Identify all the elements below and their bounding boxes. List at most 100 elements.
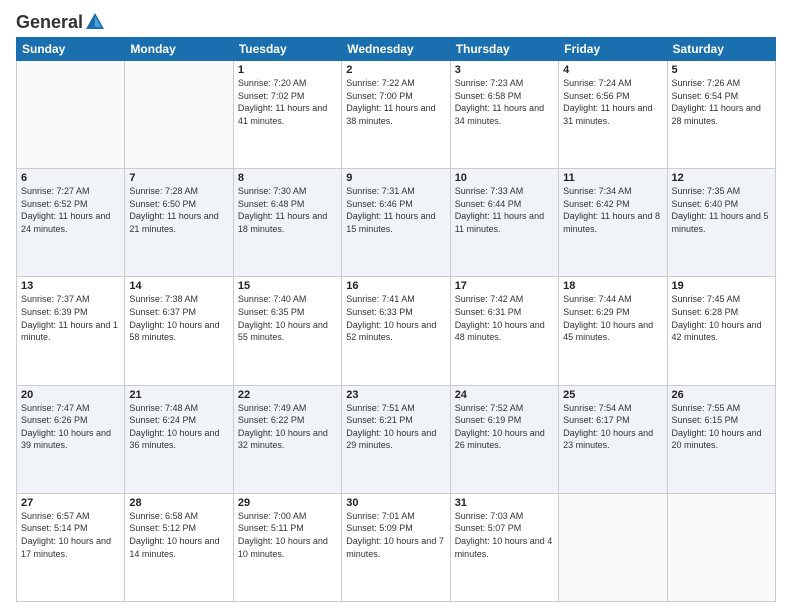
calendar-cell: 4Sunrise: 7:24 AM Sunset: 6:56 PM Daylig… bbox=[559, 61, 667, 169]
day-header-friday: Friday bbox=[559, 38, 667, 61]
calendar-cell bbox=[667, 493, 775, 601]
day-number: 3 bbox=[455, 64, 554, 76]
calendar-cell: 18Sunrise: 7:44 AM Sunset: 6:29 PM Dayli… bbox=[559, 277, 667, 385]
day-number: 31 bbox=[455, 497, 554, 509]
calendar-cell: 11Sunrise: 7:34 AM Sunset: 6:42 PM Dayli… bbox=[559, 169, 667, 277]
calendar-cell: 28Sunrise: 6:58 AM Sunset: 5:12 PM Dayli… bbox=[125, 493, 233, 601]
day-info: Sunrise: 7:37 AM Sunset: 6:39 PM Dayligh… bbox=[21, 293, 120, 343]
day-number: 16 bbox=[346, 280, 445, 292]
calendar-cell: 7Sunrise: 7:28 AM Sunset: 6:50 PM Daylig… bbox=[125, 169, 233, 277]
day-info: Sunrise: 7:51 AM Sunset: 6:21 PM Dayligh… bbox=[346, 402, 445, 452]
day-info: Sunrise: 7:42 AM Sunset: 6:31 PM Dayligh… bbox=[455, 293, 554, 343]
page: General SundayMondayTuesdayWednesdayThur… bbox=[0, 0, 792, 612]
day-number: 30 bbox=[346, 497, 445, 509]
day-number: 7 bbox=[129, 172, 228, 184]
day-info: Sunrise: 7:03 AM Sunset: 5:07 PM Dayligh… bbox=[455, 510, 554, 560]
day-info: Sunrise: 7:26 AM Sunset: 6:54 PM Dayligh… bbox=[672, 77, 771, 127]
day-info: Sunrise: 7:33 AM Sunset: 6:44 PM Dayligh… bbox=[455, 185, 554, 235]
day-number: 18 bbox=[563, 280, 662, 292]
day-info: Sunrise: 7:38 AM Sunset: 6:37 PM Dayligh… bbox=[129, 293, 228, 343]
calendar-cell: 8Sunrise: 7:30 AM Sunset: 6:48 PM Daylig… bbox=[233, 169, 341, 277]
header: General bbox=[16, 12, 776, 29]
calendar-cell: 22Sunrise: 7:49 AM Sunset: 6:22 PM Dayli… bbox=[233, 385, 341, 493]
day-info: Sunrise: 7:23 AM Sunset: 6:58 PM Dayligh… bbox=[455, 77, 554, 127]
day-number: 17 bbox=[455, 280, 554, 292]
calendar-cell: 19Sunrise: 7:45 AM Sunset: 6:28 PM Dayli… bbox=[667, 277, 775, 385]
calendar-cell: 26Sunrise: 7:55 AM Sunset: 6:15 PM Dayli… bbox=[667, 385, 775, 493]
day-number: 19 bbox=[672, 280, 771, 292]
calendar-cell bbox=[17, 61, 125, 169]
day-info: Sunrise: 7:40 AM Sunset: 6:35 PM Dayligh… bbox=[238, 293, 337, 343]
day-number: 13 bbox=[21, 280, 120, 292]
calendar-cell: 12Sunrise: 7:35 AM Sunset: 6:40 PM Dayli… bbox=[667, 169, 775, 277]
calendar-cell: 13Sunrise: 7:37 AM Sunset: 6:39 PM Dayli… bbox=[17, 277, 125, 385]
day-info: Sunrise: 7:24 AM Sunset: 6:56 PM Dayligh… bbox=[563, 77, 662, 127]
day-info: Sunrise: 7:27 AM Sunset: 6:52 PM Dayligh… bbox=[21, 185, 120, 235]
day-number: 20 bbox=[21, 389, 120, 401]
calendar-cell bbox=[559, 493, 667, 601]
day-number: 10 bbox=[455, 172, 554, 184]
day-info: Sunrise: 6:57 AM Sunset: 5:14 PM Dayligh… bbox=[21, 510, 120, 560]
day-number: 1 bbox=[238, 64, 337, 76]
day-header-tuesday: Tuesday bbox=[233, 38, 341, 61]
day-number: 5 bbox=[672, 64, 771, 76]
day-number: 9 bbox=[346, 172, 445, 184]
day-info: Sunrise: 7:28 AM Sunset: 6:50 PM Dayligh… bbox=[129, 185, 228, 235]
day-info: Sunrise: 7:20 AM Sunset: 7:02 PM Dayligh… bbox=[238, 77, 337, 127]
logo: General bbox=[16, 12, 106, 29]
calendar-header-row: SundayMondayTuesdayWednesdayThursdayFrid… bbox=[17, 38, 776, 61]
day-number: 27 bbox=[21, 497, 120, 509]
day-number: 28 bbox=[129, 497, 228, 509]
day-info: Sunrise: 7:55 AM Sunset: 6:15 PM Dayligh… bbox=[672, 402, 771, 452]
calendar-cell: 9Sunrise: 7:31 AM Sunset: 6:46 PM Daylig… bbox=[342, 169, 450, 277]
calendar-week-row: 13Sunrise: 7:37 AM Sunset: 6:39 PM Dayli… bbox=[17, 277, 776, 385]
day-info: Sunrise: 7:47 AM Sunset: 6:26 PM Dayligh… bbox=[21, 402, 120, 452]
day-number: 15 bbox=[238, 280, 337, 292]
calendar-cell: 1Sunrise: 7:20 AM Sunset: 7:02 PM Daylig… bbox=[233, 61, 341, 169]
day-number: 11 bbox=[563, 172, 662, 184]
day-number: 8 bbox=[238, 172, 337, 184]
calendar-cell: 17Sunrise: 7:42 AM Sunset: 6:31 PM Dayli… bbox=[450, 277, 558, 385]
day-info: Sunrise: 7:49 AM Sunset: 6:22 PM Dayligh… bbox=[238, 402, 337, 452]
calendar-cell: 30Sunrise: 7:01 AM Sunset: 5:09 PM Dayli… bbox=[342, 493, 450, 601]
day-info: Sunrise: 7:41 AM Sunset: 6:33 PM Dayligh… bbox=[346, 293, 445, 343]
calendar-week-row: 6Sunrise: 7:27 AM Sunset: 6:52 PM Daylig… bbox=[17, 169, 776, 277]
day-header-thursday: Thursday bbox=[450, 38, 558, 61]
day-info: Sunrise: 7:54 AM Sunset: 6:17 PM Dayligh… bbox=[563, 402, 662, 452]
day-header-saturday: Saturday bbox=[667, 38, 775, 61]
logo-general: General bbox=[16, 12, 83, 33]
calendar-cell: 24Sunrise: 7:52 AM Sunset: 6:19 PM Dayli… bbox=[450, 385, 558, 493]
calendar-table: SundayMondayTuesdayWednesdayThursdayFrid… bbox=[16, 37, 776, 602]
day-number: 2 bbox=[346, 64, 445, 76]
calendar-cell: 5Sunrise: 7:26 AM Sunset: 6:54 PM Daylig… bbox=[667, 61, 775, 169]
day-number: 12 bbox=[672, 172, 771, 184]
day-info: Sunrise: 7:30 AM Sunset: 6:48 PM Dayligh… bbox=[238, 185, 337, 235]
day-info: Sunrise: 7:01 AM Sunset: 5:09 PM Dayligh… bbox=[346, 510, 445, 560]
calendar-cell: 2Sunrise: 7:22 AM Sunset: 7:00 PM Daylig… bbox=[342, 61, 450, 169]
day-info: Sunrise: 7:00 AM Sunset: 5:11 PM Dayligh… bbox=[238, 510, 337, 560]
day-number: 23 bbox=[346, 389, 445, 401]
calendar-cell: 29Sunrise: 7:00 AM Sunset: 5:11 PM Dayli… bbox=[233, 493, 341, 601]
calendar-cell: 31Sunrise: 7:03 AM Sunset: 5:07 PM Dayli… bbox=[450, 493, 558, 601]
calendar-cell: 25Sunrise: 7:54 AM Sunset: 6:17 PM Dayli… bbox=[559, 385, 667, 493]
calendar-cell: 20Sunrise: 7:47 AM Sunset: 6:26 PM Dayli… bbox=[17, 385, 125, 493]
calendar-cell bbox=[125, 61, 233, 169]
day-info: Sunrise: 7:44 AM Sunset: 6:29 PM Dayligh… bbox=[563, 293, 662, 343]
calendar-cell: 6Sunrise: 7:27 AM Sunset: 6:52 PM Daylig… bbox=[17, 169, 125, 277]
calendar-week-row: 27Sunrise: 6:57 AM Sunset: 5:14 PM Dayli… bbox=[17, 493, 776, 601]
day-info: Sunrise: 7:31 AM Sunset: 6:46 PM Dayligh… bbox=[346, 185, 445, 235]
day-number: 21 bbox=[129, 389, 228, 401]
day-info: Sunrise: 7:34 AM Sunset: 6:42 PM Dayligh… bbox=[563, 185, 662, 235]
calendar-cell: 16Sunrise: 7:41 AM Sunset: 6:33 PM Dayli… bbox=[342, 277, 450, 385]
day-number: 6 bbox=[21, 172, 120, 184]
day-header-monday: Monday bbox=[125, 38, 233, 61]
day-number: 22 bbox=[238, 389, 337, 401]
day-number: 25 bbox=[563, 389, 662, 401]
calendar-week-row: 20Sunrise: 7:47 AM Sunset: 6:26 PM Dayli… bbox=[17, 385, 776, 493]
calendar-cell: 27Sunrise: 6:57 AM Sunset: 5:14 PM Dayli… bbox=[17, 493, 125, 601]
day-info: Sunrise: 7:45 AM Sunset: 6:28 PM Dayligh… bbox=[672, 293, 771, 343]
calendar-cell: 15Sunrise: 7:40 AM Sunset: 6:35 PM Dayli… bbox=[233, 277, 341, 385]
day-info: Sunrise: 7:35 AM Sunset: 6:40 PM Dayligh… bbox=[672, 185, 771, 235]
calendar-cell: 10Sunrise: 7:33 AM Sunset: 6:44 PM Dayli… bbox=[450, 169, 558, 277]
calendar-week-row: 1Sunrise: 7:20 AM Sunset: 7:02 PM Daylig… bbox=[17, 61, 776, 169]
